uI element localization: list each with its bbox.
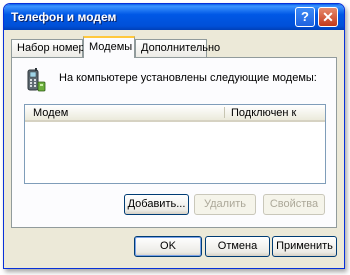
list-header: Модем Подключен к [25, 105, 325, 122]
dialog-window: Телефон и модем ? ✕ Набор номера Модемы … [3, 3, 345, 269]
modems-list[interactable]: Модем Подключен к [24, 104, 326, 184]
title-bar[interactable]: Телефон и модем ? ✕ [4, 4, 344, 30]
column-divider[interactable] [224, 107, 225, 118]
close-button[interactable]: ✕ [318, 7, 338, 27]
phone-modem-icon [27, 68, 46, 92]
apply-button[interactable]: Применить [272, 236, 337, 257]
modems-description: На компьютере установлены следующие моде… [59, 72, 317, 84]
tab-modems[interactable]: Модемы [83, 36, 135, 58]
column-header-modem[interactable]: Модем [33, 107, 68, 119]
window-title: Телефон и модем [11, 10, 117, 24]
tab-advanced[interactable]: Дополнительно [135, 39, 220, 57]
modems-panel: На компьютере установлены следующие моде… [11, 57, 337, 228]
close-icon: ✕ [322, 9, 334, 25]
add-button[interactable]: Добавить... [124, 194, 189, 215]
ok-button[interactable]: OK [134, 236, 202, 257]
help-button[interactable]: ? [295, 7, 315, 27]
tab-dialing[interactable]: Набор номера [11, 39, 91, 57]
help-icon: ? [301, 9, 309, 24]
cancel-button[interactable]: Отмена [205, 236, 270, 257]
column-header-connected-to[interactable]: Подключен к [231, 107, 296, 119]
remove-button[interactable]: Удалить [194, 194, 256, 215]
tab-strip: Набор номера Модемы Дополнительно [11, 36, 336, 58]
properties-button[interactable]: Свойства [263, 194, 325, 215]
